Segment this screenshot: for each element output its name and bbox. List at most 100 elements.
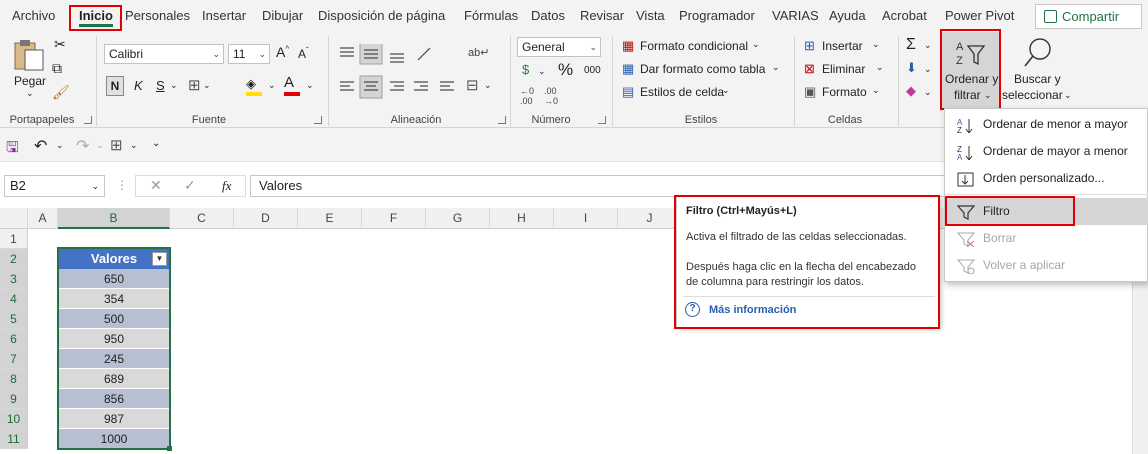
tab-datos[interactable]: Datos — [531, 8, 565, 23]
chevron-down-icon[interactable]: ⌄ — [722, 85, 730, 96]
tab-vista[interactable]: Vista — [636, 8, 665, 23]
row-header[interactable]: 3 — [0, 269, 28, 289]
confirm-formula-icon[interactable]: ✓ — [184, 177, 196, 194]
chevron-down-icon[interactable]: ⌄ — [752, 39, 760, 50]
chevron-down-icon[interactable]: ⌄ — [872, 85, 880, 96]
increase-font-icon[interactable]: A^ — [276, 44, 289, 60]
delete-cells-icon[interactable]: ⊠ — [804, 61, 815, 77]
row-header[interactable]: 6 — [0, 329, 28, 349]
column-header[interactable]: A — [28, 208, 58, 229]
row-header[interactable]: 9 — [0, 389, 28, 409]
chevron-down-icon[interactable]: ⌄ — [1064, 90, 1072, 101]
copy-icon[interactable]: ⧉ — [52, 60, 62, 77]
tab-formulas[interactable]: Fórmulas — [464, 8, 518, 23]
conditional-format-button[interactable]: Formato condicional — [640, 39, 748, 53]
paste-icon[interactable] — [12, 38, 46, 72]
cancel-formula-icon[interactable]: ✕ — [150, 177, 162, 194]
chevron-down-icon[interactable]: ⌄ — [170, 80, 178, 91]
tab-ayuda[interactable]: Ayuda — [829, 8, 866, 23]
row-header[interactable]: 10 — [0, 409, 28, 429]
insert-cells-button[interactable]: Insertar — [822, 39, 863, 53]
row-header[interactable]: 8 — [0, 369, 28, 389]
conditional-format-icon[interactable]: ▦ — [622, 38, 634, 54]
format-table-icon[interactable]: ▦ — [622, 61, 634, 77]
chevron-down-icon[interactable]: ⌄ — [772, 62, 780, 73]
increase-decimal-icon[interactable]: ←0.00 — [520, 86, 534, 106]
menu-item-reapply[interactable]: Volver a aplicar — [945, 252, 1148, 279]
fill-handle[interactable] — [167, 446, 172, 451]
column-header[interactable]: F — [362, 208, 426, 229]
select-all-corner[interactable] — [0, 208, 28, 229]
autosum-icon[interactable]: Σ — [906, 36, 916, 54]
cell-styles-icon[interactable]: ▤ — [622, 84, 634, 100]
cell-styles-button[interactable]: Estilos de celda — [640, 85, 724, 99]
menu-item-sort-desc[interactable]: ZA Ordenar de mayor a menor — [945, 138, 1148, 165]
undo-icon[interactable]: ↶ — [34, 136, 47, 156]
chevron-down-icon[interactable]: ⌄ — [130, 140, 138, 151]
tab-revisar[interactable]: Revisar — [580, 8, 624, 23]
more-info-link[interactable]: Más información — [709, 304, 796, 316]
tab-programador[interactable]: Programador — [679, 8, 755, 23]
column-header[interactable]: B — [58, 208, 170, 229]
cut-icon[interactable]: ✂ — [54, 36, 66, 53]
tab-varias[interactable]: VARIAS — [772, 8, 819, 23]
paste-label[interactable]: Pegar — [14, 74, 46, 88]
find-select-label-1[interactable]: Buscar y — [1014, 72, 1061, 86]
column-header[interactable]: D — [234, 208, 298, 229]
chevron-down-icon[interactable]: ⌄ — [484, 80, 492, 91]
tab-personales[interactable]: Personales — [125, 8, 190, 23]
format-painter-icon[interactable]: 🖌 — [52, 84, 70, 101]
menu-item-sort-asc[interactable]: AZ Ordenar de menor a mayor — [945, 111, 1148, 138]
tab-dibujar[interactable]: Dibujar — [262, 8, 303, 23]
chevron-down-icon[interactable]: ⌄ — [876, 62, 884, 73]
chevron-down-icon[interactable]: ⌄ — [924, 40, 932, 51]
currency-icon[interactable]: $ — [522, 62, 529, 77]
tab-insertar[interactable]: Insertar — [202, 8, 246, 23]
number-format-select[interactable]: General ⌄ — [517, 37, 601, 57]
chevron-down-icon[interactable]: ⌄ — [924, 87, 932, 98]
menu-item-clear[interactable]: Borrar — [945, 225, 1148, 252]
chevron-down-icon[interactable]: ⌄ — [268, 80, 276, 91]
column-header[interactable]: C — [170, 208, 234, 229]
insert-cells-icon[interactable]: ⊞ — [804, 38, 815, 54]
sort-filter-button[interactable]: A Z Ordenar y filtrar ⌄ — [942, 32, 1000, 110]
merge-center-icon[interactable]: ⊟ — [466, 76, 479, 94]
underline-button[interactable]: S — [156, 78, 165, 93]
thousands-icon[interactable]: 000 — [584, 65, 601, 76]
row-header[interactable]: 2 — [0, 249, 28, 269]
formula-splitter-icon[interactable]: ⋮ — [116, 178, 128, 192]
format-cells-button[interactable]: Formato — [822, 85, 867, 99]
column-header[interactable]: H — [490, 208, 554, 229]
format-cells-icon[interactable]: ▣ — [804, 84, 816, 100]
chevron-down-icon[interactable]: ⌄ — [96, 140, 104, 151]
percent-icon[interactable]: % — [558, 60, 573, 80]
chevron-down-icon[interactable]: ⌄ — [306, 80, 314, 91]
column-header[interactable]: J — [618, 208, 682, 229]
find-select-label-2[interactable]: seleccionar — [1002, 88, 1063, 102]
font-size-select[interactable]: 11 ⌄ — [228, 44, 270, 64]
chevron-down-icon[interactable]: ⌄ — [872, 39, 880, 50]
menu-item-custom-sort[interactable]: Orden personalizado... — [945, 165, 1148, 192]
chevron-down-icon[interactable]: ⌄ — [538, 66, 546, 77]
italic-button[interactable]: K — [134, 78, 143, 93]
row-header[interactable]: 1 — [0, 229, 28, 249]
insert-function-icon[interactable]: fx — [222, 178, 231, 194]
row-header[interactable]: 5 — [0, 309, 28, 329]
column-header[interactable]: E — [298, 208, 362, 229]
column-header[interactable]: I — [554, 208, 618, 229]
name-box[interactable]: B2 ⌄ — [4, 175, 105, 197]
bold-button[interactable]: N — [106, 76, 124, 96]
clipboard-launcher-icon[interactable] — [84, 116, 92, 124]
share-button[interactable]: Compartir — [1035, 4, 1142, 29]
number-launcher-icon[interactable] — [598, 116, 606, 124]
fill-color-icon[interactable]: ◈ — [246, 76, 264, 96]
font-launcher-icon[interactable] — [314, 116, 322, 124]
paste-caret[interactable]: ⌄ — [26, 88, 34, 99]
chevron-down-icon[interactable]: ⌄ — [56, 140, 64, 151]
chevron-down-icon[interactable]: ⌄ — [203, 80, 211, 91]
tab-archivo[interactable]: Archivo — [12, 8, 55, 23]
save-icon[interactable]: 🖫 — [6, 137, 19, 162]
row-header[interactable]: 7 — [0, 349, 28, 369]
tab-disposicion[interactable]: Disposición de página — [318, 8, 445, 23]
menu-item-filter[interactable]: Filtro — [945, 198, 1148, 225]
